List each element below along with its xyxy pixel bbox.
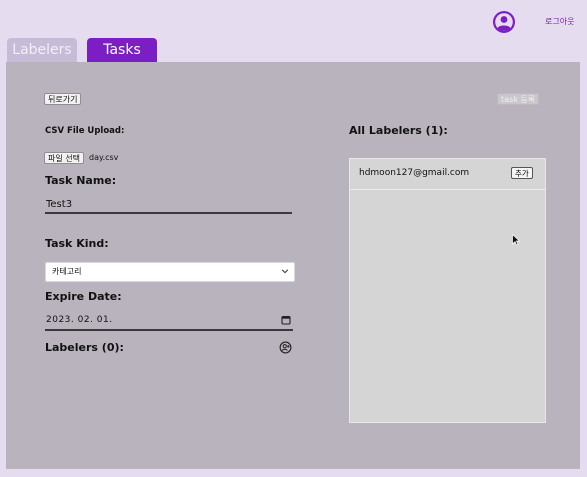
file-choose-button[interactable]: 파일 선택 [44, 152, 84, 164]
back-button[interactable]: 뒤로가기 [44, 93, 82, 105]
user-circle-icon [493, 11, 515, 33]
chevron-down-icon [281, 269, 289, 274]
csv-upload-label: CSV File Upload: [45, 126, 125, 136]
mouse-cursor-icon [512, 234, 520, 246]
task-kind-label: Task Kind: [45, 237, 109, 250]
labeler-email: hdmoon127@gmail.com [359, 168, 470, 178]
selected-file-name: day.csv [89, 153, 119, 162]
labelers-count-label: Labelers (0): [45, 341, 124, 354]
expire-date-input[interactable]: 2023. 02. 01. [45, 313, 293, 331]
calendar-icon[interactable] [281, 315, 291, 325]
user-add-icon [279, 341, 291, 354]
add-labeler-button[interactable] [278, 341, 292, 355]
all-labelers-list: hdmoon127@gmail.com 추가 [349, 158, 546, 423]
top-bar: 로그아웃 [0, 0, 587, 40]
user-avatar-button[interactable] [492, 10, 516, 34]
task-name-input[interactable] [45, 196, 292, 214]
list-item: hdmoon127@gmail.com 추가 [350, 159, 545, 190]
task-create-panel: 뒤로가기 task 등록 CSV File Upload: 파일 선택 day.… [6, 62, 580, 469]
tab-labelers[interactable]: Labelers [7, 38, 77, 62]
task-name-label: Task Name: [45, 174, 117, 187]
task-kind-value: 카테고리 [52, 267, 82, 276]
tab-tasks[interactable]: Tasks [87, 38, 157, 62]
expire-date-label: Expire Date: [45, 290, 122, 303]
task-kind-select[interactable]: 카테고리 [45, 262, 295, 282]
expire-date-value: 2023. 02. 01. [46, 315, 113, 325]
task-register-button[interactable]: task 등록 [497, 93, 540, 105]
add-button[interactable]: 추가 [511, 167, 533, 179]
all-labelers-title: All Labelers (1): [349, 124, 448, 137]
logout-link[interactable]: 로그아웃 [545, 16, 574, 27]
